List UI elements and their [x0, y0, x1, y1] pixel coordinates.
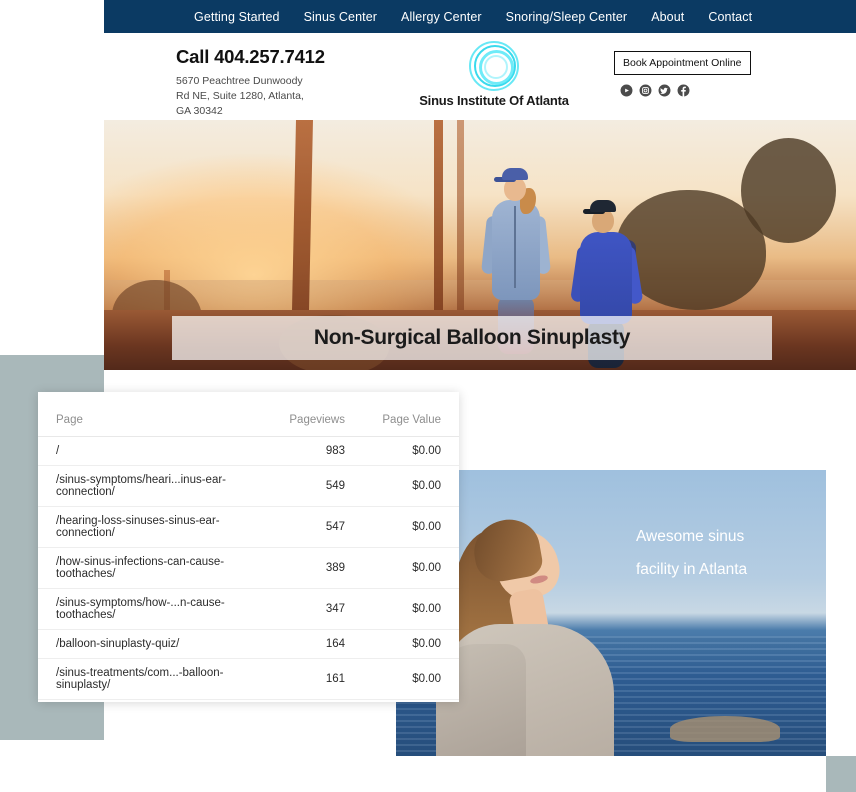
concentric-rings-icon	[466, 41, 522, 91]
nav-item-snoring-sleep-center[interactable]: Snoring/Sleep Center	[494, 10, 640, 24]
site-header: Call 404.257.7412 5670 Peachtree Dunwood…	[104, 33, 856, 120]
clinic-address: 5670 Peachtree Dunwoody Rd NE, Suite 128…	[176, 75, 304, 117]
cell-page-value: $0.00	[367, 588, 459, 630]
analytics-table-panel: Page Pageviews Page Value / 983 $0.00 /s…	[38, 392, 459, 702]
cell-page[interactable]: /sinus-quiz/	[38, 699, 267, 702]
column-header-page[interactable]: Page	[38, 392, 267, 437]
book-appointment-button[interactable]: Book Appointment Online	[614, 51, 751, 75]
table-body: / 983 $0.00 /sinus-symptoms/heari...inus…	[38, 436, 459, 702]
cell-page-value: $0.00	[367, 629, 459, 659]
column-header-page-value[interactable]: Page Value	[367, 392, 459, 437]
youtube-icon[interactable]	[620, 84, 633, 97]
nav-item-about[interactable]: About	[639, 10, 696, 24]
phone-number[interactable]: Call 404.257.7412	[176, 46, 406, 68]
tree-trunk	[457, 120, 464, 318]
site-logo[interactable]: Sinus Institute Of Atlanta	[379, 41, 609, 108]
site-navbar: Getting Started Sinus Center Allergy Cen…	[104, 0, 856, 33]
table-row[interactable]: /hearing-loss-sinuses-sinus-ear-connecti…	[38, 506, 459, 548]
tree-trunk	[434, 120, 443, 320]
table-header: Page Pageviews Page Value	[38, 392, 459, 437]
cell-pageviews: 161	[267, 658, 367, 700]
nav-item-getting-started[interactable]: Getting Started	[182, 10, 292, 24]
twitter-icon[interactable]	[658, 84, 671, 97]
hero-image-joggers-sunset: Non-Surgical Balloon Sinuplasty	[104, 120, 856, 370]
cell-pageviews: 152	[267, 699, 367, 702]
table-row[interactable]: / 983 $0.00	[38, 436, 459, 466]
cell-page-value: $0.00	[367, 506, 459, 548]
photo-caption: Awesome sinus facility in Atlanta	[636, 520, 804, 587]
cell-page[interactable]: /how-sinus-infections-can-cause-toothach…	[38, 547, 267, 589]
cell-page[interactable]: /sinus-symptoms/how-...n-cause-toothache…	[38, 588, 267, 630]
nav-item-contact[interactable]: Contact	[696, 10, 764, 24]
table-row[interactable]: /how-sinus-infections-can-cause-toothach…	[38, 547, 459, 589]
cell-page-value: $0.00	[367, 436, 459, 466]
column-header-pageviews[interactable]: Pageviews	[267, 392, 367, 437]
social-links-row	[620, 84, 794, 97]
cell-page[interactable]: /balloon-sinuplasty-quiz/	[38, 629, 267, 659]
cell-pageviews: 549	[267, 465, 367, 507]
cell-pageviews: 547	[267, 506, 367, 548]
cell-page-value: $0.00	[367, 699, 459, 702]
cell-page-value: $0.00	[367, 465, 459, 507]
hero-caption-bar: Non-Surgical Balloon Sinuplasty	[172, 316, 772, 360]
page-stage: Getting Started Sinus Center Allergy Cen…	[0, 0, 856, 792]
facebook-icon[interactable]	[677, 84, 690, 97]
table-row[interactable]: /sinus-symptoms/heari...inus-ear-connect…	[38, 465, 459, 507]
cell-page[interactable]: /sinus-symptoms/heari...inus-ear-connect…	[38, 465, 267, 507]
instagram-icon[interactable]	[639, 84, 652, 97]
cell-pageviews: 347	[267, 588, 367, 630]
rock	[670, 716, 780, 742]
table-row[interactable]: /sinus-treatments/com...-balloon-sinupla…	[38, 658, 459, 700]
contact-block: Call 404.257.7412 5670 Peachtree Dunwood…	[176, 46, 406, 119]
nav-item-allergy-center[interactable]: Allergy Center	[389, 10, 494, 24]
cell-pageviews: 389	[267, 547, 367, 589]
photo-caption-line1: Awesome sinus	[636, 528, 745, 545]
top-pages-table: Page Pageviews Page Value / 983 $0.00 /s…	[38, 392, 459, 702]
table-header-row: Page Pageviews Page Value	[38, 392, 459, 437]
cell-page-value: $0.00	[367, 547, 459, 589]
table-row[interactable]: /sinus-symptoms/how-...n-cause-toothache…	[38, 588, 459, 630]
logo-text: Sinus Institute Of Atlanta	[419, 93, 569, 108]
table-row[interactable]: /balloon-sinuplasty-quiz/ 164 $0.00	[38, 629, 459, 659]
hero-caption-text: Non-Surgical Balloon Sinuplasty	[313, 326, 631, 349]
nav-item-sinus-center[interactable]: Sinus Center	[292, 10, 389, 24]
cell-pageviews: 164	[267, 629, 367, 659]
nav-list: Getting Started Sinus Center Allergy Cen…	[182, 10, 764, 24]
cell-pageviews: 983	[267, 436, 367, 466]
table-row[interactable]: /sinus-quiz/ 152 $0.00	[38, 699, 459, 702]
woman-figure	[434, 506, 624, 756]
cta-block: Book Appointment Online	[614, 51, 794, 97]
photo-caption-line2: facility in Atlanta	[636, 561, 748, 579]
cell-page[interactable]: /hearing-loss-sinuses-sinus-ear-connecti…	[38, 506, 267, 548]
cell-page[interactable]: /	[38, 436, 267, 466]
cell-page[interactable]: /sinus-treatments/com...-balloon-sinupla…	[38, 658, 267, 700]
photo-woman-breathing-by-sea: Awesome sinus facility in Atlanta	[396, 470, 826, 756]
cell-page-value: $0.00	[367, 658, 459, 700]
